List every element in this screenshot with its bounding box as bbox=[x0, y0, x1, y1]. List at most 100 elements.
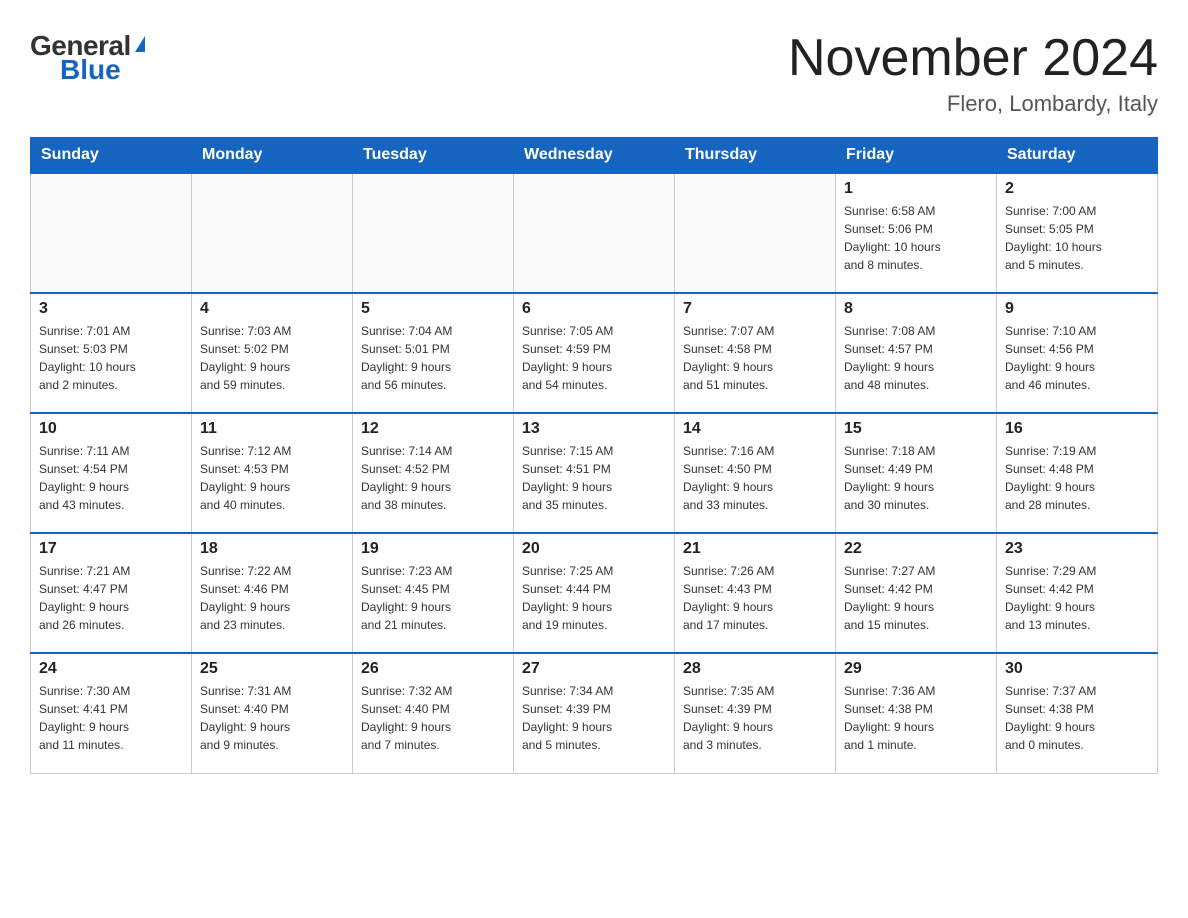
day-header-monday: Monday bbox=[192, 138, 353, 174]
title-block: November 2024 Flero, Lombardy, Italy bbox=[788, 30, 1158, 117]
days-header-row: SundayMondayTuesdayWednesdayThursdayFrid… bbox=[31, 138, 1158, 174]
day-number: 3 bbox=[39, 300, 183, 318]
week-row-1: 1 Sunrise: 6:58 AMSunset: 5:06 PMDaylight… bbox=[31, 173, 1158, 293]
day-header-friday: Friday bbox=[836, 138, 997, 174]
day-number: 9 bbox=[1005, 300, 1149, 318]
calendar-cell: 26 Sunrise: 7:32 AMSunset: 4:40 PMDayligh… bbox=[353, 653, 514, 773]
day-number: 27 bbox=[522, 660, 666, 678]
day-number: 1 bbox=[844, 180, 988, 198]
day-number: 28 bbox=[683, 660, 827, 678]
logo-triangle-icon bbox=[135, 36, 145, 52]
day-info: Sunrise: 7:37 AMSunset: 4:38 PMDaylight:… bbox=[1005, 682, 1149, 754]
day-number: 30 bbox=[1005, 660, 1149, 678]
calendar-cell: 15 Sunrise: 7:18 AMSunset: 4:49 PMDayligh… bbox=[836, 413, 997, 533]
calendar-cell: 7Sunrise: 7:07 AMSunset: 4:58 PMDaylight… bbox=[675, 293, 836, 413]
calendar-cell: 28 Sunrise: 7:35 AMSunset: 4:39 PMDayligh… bbox=[675, 653, 836, 773]
calendar-cell: 12 Sunrise: 7:14 AMSunset: 4:52 PMDayligh… bbox=[353, 413, 514, 533]
day-info: Sunrise: 7:05 AMSunset: 4:59 PMDaylight:… bbox=[522, 322, 666, 394]
day-info: Sunrise: 7:23 AMSunset: 4:45 PMDaylight:… bbox=[361, 562, 505, 634]
day-info: Sunrise: 7:36 AMSunset: 4:38 PMDaylight:… bbox=[844, 682, 988, 754]
calendar-cell: 3 Sunrise: 7:01 AMSunset: 5:03 PMDaylight… bbox=[31, 293, 192, 413]
calendar-subtitle: Flero, Lombardy, Italy bbox=[788, 91, 1158, 117]
day-header-tuesday: Tuesday bbox=[353, 138, 514, 174]
calendar-cell: 20 Sunrise: 7:25 AMSunset: 4:44 PMDayligh… bbox=[514, 533, 675, 653]
page-header: General Blue November 2024 Flero, Lombar… bbox=[30, 30, 1158, 117]
calendar-cell: 18 Sunrise: 7:22 AMSunset: 4:46 PMDayligh… bbox=[192, 533, 353, 653]
day-header-thursday: Thursday bbox=[675, 138, 836, 174]
calendar-cell: 23 Sunrise: 7:29 AMSunset: 4:42 PMDayligh… bbox=[997, 533, 1158, 653]
day-info: Sunrise: 7:10 AMSunset: 4:56 PMDaylight:… bbox=[1005, 322, 1149, 394]
calendar-cell: 2 Sunrise: 7:00 AMSunset: 5:05 PMDaylight… bbox=[997, 173, 1158, 293]
day-number: 25 bbox=[200, 660, 344, 678]
day-number: 10 bbox=[39, 420, 183, 438]
week-row-2: 3 Sunrise: 7:01 AMSunset: 5:03 PMDaylight… bbox=[31, 293, 1158, 413]
calendar-cell: 1 Sunrise: 6:58 AMSunset: 5:06 PMDaylight… bbox=[836, 173, 997, 293]
day-info: Sunrise: 7:34 AMSunset: 4:39 PMDaylight:… bbox=[522, 682, 666, 754]
day-info: Sunrise: 7:27 AMSunset: 4:42 PMDaylight:… bbox=[844, 562, 988, 634]
day-info: Sunrise: 7:22 AMSunset: 4:46 PMDaylight:… bbox=[200, 562, 344, 634]
day-number: 13 bbox=[522, 420, 666, 438]
day-number: 15 bbox=[844, 420, 988, 438]
calendar-cell: 29Sunrise: 7:36 AMSunset: 4:38 PMDayligh… bbox=[836, 653, 997, 773]
day-info: Sunrise: 7:16 AMSunset: 4:50 PMDaylight:… bbox=[683, 442, 827, 514]
day-number: 8 bbox=[844, 300, 988, 318]
day-number: 17 bbox=[39, 540, 183, 558]
calendar-cell: 8 Sunrise: 7:08 AMSunset: 4:57 PMDaylight… bbox=[836, 293, 997, 413]
day-info: Sunrise: 7:25 AMSunset: 4:44 PMDaylight:… bbox=[522, 562, 666, 634]
day-info: Sunrise: 7:00 AMSunset: 5:05 PMDaylight:… bbox=[1005, 202, 1149, 274]
day-header-saturday: Saturday bbox=[997, 138, 1158, 174]
week-row-5: 24 Sunrise: 7:30 AMSunset: 4:41 PMDayligh… bbox=[31, 653, 1158, 773]
day-info: Sunrise: 7:19 AMSunset: 4:48 PMDaylight:… bbox=[1005, 442, 1149, 514]
day-info: Sunrise: 7:29 AMSunset: 4:42 PMDaylight:… bbox=[1005, 562, 1149, 634]
calendar-cell: 24 Sunrise: 7:30 AMSunset: 4:41 PMDayligh… bbox=[31, 653, 192, 773]
calendar-cell: 30 Sunrise: 7:37 AMSunset: 4:38 PMDayligh… bbox=[997, 653, 1158, 773]
calendar-cell bbox=[514, 173, 675, 293]
calendar-cell: 19 Sunrise: 7:23 AMSunset: 4:45 PMDayligh… bbox=[353, 533, 514, 653]
calendar-cell: 4Sunrise: 7:03 AMSunset: 5:02 PMDaylight… bbox=[192, 293, 353, 413]
calendar-cell: 5Sunrise: 7:04 AMSunset: 5:01 PMDaylight… bbox=[353, 293, 514, 413]
day-info: Sunrise: 7:30 AMSunset: 4:41 PMDaylight:… bbox=[39, 682, 183, 754]
calendar-cell: 9 Sunrise: 7:10 AMSunset: 4:56 PMDaylight… bbox=[997, 293, 1158, 413]
calendar-cell: 13 Sunrise: 7:15 AMSunset: 4:51 PMDayligh… bbox=[514, 413, 675, 533]
calendar-table: SundayMondayTuesdayWednesdayThursdayFrid… bbox=[30, 137, 1158, 774]
day-number: 19 bbox=[361, 540, 505, 558]
day-number: 24 bbox=[39, 660, 183, 678]
day-number: 20 bbox=[522, 540, 666, 558]
day-info: Sunrise: 7:01 AMSunset: 5:03 PMDaylight:… bbox=[39, 322, 183, 394]
calendar-cell: 21 Sunrise: 7:26 AMSunset: 4:43 PMDayligh… bbox=[675, 533, 836, 653]
day-info: Sunrise: 7:08 AMSunset: 4:57 PMDaylight:… bbox=[844, 322, 988, 394]
day-number: 12 bbox=[361, 420, 505, 438]
day-number: 14 bbox=[683, 420, 827, 438]
day-info: Sunrise: 7:26 AMSunset: 4:43 PMDaylight:… bbox=[683, 562, 827, 634]
day-number: 6 bbox=[522, 300, 666, 318]
day-number: 5 bbox=[361, 300, 505, 318]
day-number: 21 bbox=[683, 540, 827, 558]
day-info: Sunrise: 7:12 AMSunset: 4:53 PMDaylight:… bbox=[200, 442, 344, 514]
day-info: Sunrise: 7:18 AMSunset: 4:49 PMDaylight:… bbox=[844, 442, 988, 514]
calendar-cell bbox=[675, 173, 836, 293]
day-info: Sunrise: 7:32 AMSunset: 4:40 PMDaylight:… bbox=[361, 682, 505, 754]
calendar-cell: 6 Sunrise: 7:05 AMSunset: 4:59 PMDaylight… bbox=[514, 293, 675, 413]
day-number: 11 bbox=[200, 420, 344, 438]
day-info: Sunrise: 7:21 AMSunset: 4:47 PMDaylight:… bbox=[39, 562, 183, 634]
week-row-3: 10 Sunrise: 7:11 AMSunset: 4:54 PMDayligh… bbox=[31, 413, 1158, 533]
day-info: Sunrise: 7:11 AMSunset: 4:54 PMDaylight:… bbox=[39, 442, 183, 514]
calendar-cell bbox=[192, 173, 353, 293]
day-number: 2 bbox=[1005, 180, 1149, 198]
calendar-cell: 25Sunrise: 7:31 AMSunset: 4:40 PMDayligh… bbox=[192, 653, 353, 773]
day-number: 4 bbox=[200, 300, 344, 318]
calendar-cell: 22Sunrise: 7:27 AMSunset: 4:42 PMDayligh… bbox=[836, 533, 997, 653]
day-number: 18 bbox=[200, 540, 344, 558]
calendar-cell bbox=[31, 173, 192, 293]
calendar-title: November 2024 bbox=[788, 30, 1158, 87]
day-info: Sunrise: 6:58 AMSunset: 5:06 PMDaylight:… bbox=[844, 202, 988, 274]
calendar-cell: 27 Sunrise: 7:34 AMSunset: 4:39 PMDayligh… bbox=[514, 653, 675, 773]
day-number: 23 bbox=[1005, 540, 1149, 558]
calendar-cell: 10 Sunrise: 7:11 AMSunset: 4:54 PMDayligh… bbox=[31, 413, 192, 533]
day-info: Sunrise: 7:14 AMSunset: 4:52 PMDaylight:… bbox=[361, 442, 505, 514]
day-header-wednesday: Wednesday bbox=[514, 138, 675, 174]
day-info: Sunrise: 7:35 AMSunset: 4:39 PMDaylight:… bbox=[683, 682, 827, 754]
week-row-4: 17 Sunrise: 7:21 AMSunset: 4:47 PMDayligh… bbox=[31, 533, 1158, 653]
day-info: Sunrise: 7:15 AMSunset: 4:51 PMDaylight:… bbox=[522, 442, 666, 514]
day-number: 26 bbox=[361, 660, 505, 678]
